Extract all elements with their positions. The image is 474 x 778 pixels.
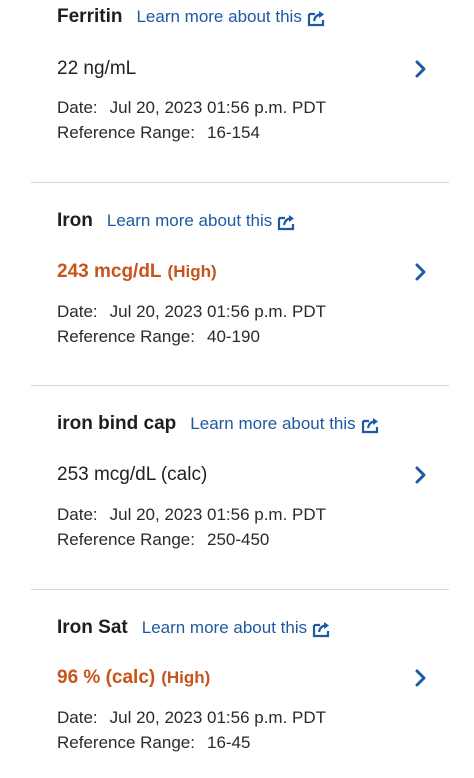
- result-date: Date: Jul 20, 2023 01:56 p.m. PDT: [57, 98, 326, 118]
- range-label: Reference Range:: [57, 327, 195, 346]
- result-reference-range: Reference Range: 16-45: [57, 733, 250, 753]
- result-value[interactable]: 243 mcg/dL (High): [57, 261, 437, 283]
- learn-more-link[interactable]: Learn more about this: [190, 414, 379, 434]
- learn-more-label: Learn more about this: [141, 618, 308, 637]
- divider: [31, 182, 449, 183]
- date-label: Date:: [57, 302, 98, 321]
- test-name: Ferritin: [57, 6, 123, 27]
- divider: [31, 385, 449, 386]
- result-value-text: 243 mcg/dL: [57, 261, 162, 282]
- high-flag: (High): [161, 668, 211, 687]
- learn-more-link[interactable]: Learn more about this: [142, 618, 331, 638]
- result-date: Date: Jul 20, 2023 01:56 p.m. PDT: [57, 302, 326, 322]
- date-value: Jul 20, 2023 01:56 p.m. PDT: [109, 708, 327, 727]
- external-link-icon: [361, 417, 378, 433]
- chevron-right-icon[interactable]: [412, 263, 428, 281]
- result-date: Date: Jul 20, 2023 01:56 p.m. PDT: [57, 505, 326, 525]
- range-value: 40-190: [206, 327, 260, 346]
- result-reference-range: Reference Range: 250-450: [57, 530, 269, 550]
- result-title-row: Iron Sat Learn more about this: [57, 617, 331, 639]
- date-label: Date:: [57, 708, 98, 727]
- range-value: 250-450: [206, 530, 270, 549]
- result-date: Date: Jul 20, 2023 01:56 p.m. PDT: [57, 708, 326, 728]
- date-label: Date:: [57, 505, 98, 524]
- range-label: Reference Range:: [57, 733, 195, 752]
- learn-more-label: Learn more about this: [106, 211, 273, 230]
- result-reference-range: Reference Range: 16-154: [57, 123, 260, 143]
- result-value-text: 253 mcg/dL (calc): [57, 464, 208, 485]
- result-reference-range: Reference Range: 40-190: [57, 327, 260, 347]
- date-value: Jul 20, 2023 01:56 p.m. PDT: [109, 302, 327, 321]
- date-value: Jul 20, 2023 01:56 p.m. PDT: [109, 505, 327, 524]
- external-link-icon: [307, 10, 324, 26]
- date-label: Date:: [57, 98, 98, 117]
- learn-more-label: Learn more about this: [136, 7, 302, 26]
- learn-more-label: Learn more about this: [190, 414, 356, 433]
- external-link-icon: [313, 621, 330, 637]
- result-value[interactable]: 253 mcg/dL (calc): [57, 464, 437, 486]
- result-value-text: 22 ng/mL: [57, 58, 137, 79]
- range-label: Reference Range:: [57, 123, 195, 142]
- external-link-icon: [278, 214, 295, 230]
- test-name: Iron Sat: [57, 617, 128, 638]
- result-value-text: 96 % (calc): [57, 667, 156, 688]
- date-value: Jul 20, 2023 01:56 p.m. PDT: [109, 98, 327, 117]
- range-label: Reference Range:: [57, 530, 195, 549]
- learn-more-link[interactable]: Learn more about this: [136, 7, 325, 27]
- range-value: 16-45: [206, 733, 251, 752]
- divider: [31, 589, 449, 590]
- chevron-right-icon[interactable]: [412, 60, 428, 78]
- result-title-row: Ferritin Learn more about this: [57, 6, 326, 28]
- high-flag: (High): [167, 262, 217, 281]
- range-value: 16-154: [206, 123, 260, 142]
- learn-more-link[interactable]: Learn more about this: [107, 211, 296, 231]
- result-title-row: Iron Learn more about this: [57, 210, 296, 232]
- chevron-right-icon[interactable]: [412, 466, 428, 484]
- result-value[interactable]: 96 % (calc) (High): [57, 667, 437, 689]
- result-title-row: iron bind cap Learn more about this: [57, 413, 380, 435]
- test-name: iron bind cap: [57, 413, 177, 434]
- result-value[interactable]: 22 ng/mL: [57, 58, 437, 80]
- test-name: Iron: [57, 210, 93, 231]
- chevron-right-icon[interactable]: [412, 669, 428, 687]
